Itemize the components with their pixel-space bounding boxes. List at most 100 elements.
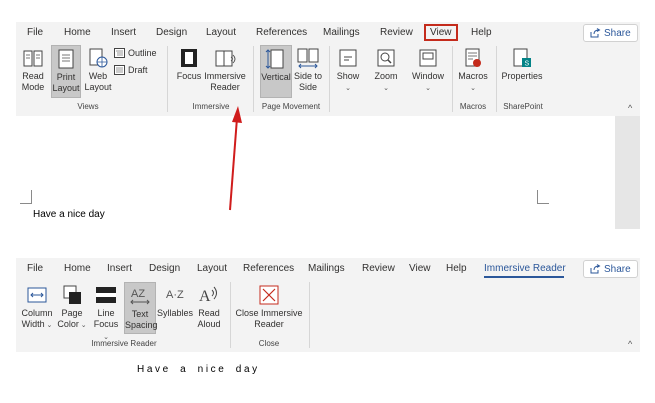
show-icon [339,49,357,67]
read-mode-button[interactable]: Read Mode [19,47,47,93]
immersive-reader-button[interactable]: Immersive Reader [204,47,246,93]
tab-insert[interactable]: Insert [111,27,136,38]
zoom-button[interactable]: Zoom ⌄ [371,47,401,94]
group-separator [230,282,231,348]
read-aloud-label: Read Aloud [197,308,221,329]
margin-corner-left [20,190,32,204]
side-to-side-label: Side to Side [293,71,323,92]
svg-text:A·Z: A·Z [166,289,184,301]
share-label: Share [604,263,631,275]
chevron-down-icon: ⌄ [470,85,476,92]
window-button[interactable]: Window ⌄ [411,47,445,94]
top-ribbon: File Home Insert Design Layout Reference… [16,22,640,116]
share-icon [590,264,601,274]
line-focus-button[interactable]: Line Focus ⌄ [90,284,122,343]
tab-review[interactable]: Review [380,27,413,38]
tab-review[interactable]: Review [362,263,395,274]
web-layout-button[interactable]: Web Layout [83,47,113,93]
show-label: Show [336,71,360,81]
macros-label: Macros [458,71,488,81]
properties-label: Properties [501,71,543,81]
group-separator [329,46,330,112]
bottom-tab-bar: File Home Insert Design Layout Reference… [16,258,640,280]
tab-mailings[interactable]: Mailings [308,263,345,274]
macros-icon [465,48,481,67]
outline-button[interactable]: Outline [114,48,157,58]
tab-mailings[interactable]: Mailings [323,27,360,38]
immersive-reader-label: Immersive Reader [204,71,246,92]
vertical-button[interactable]: Vertical [260,45,292,98]
group-label-close: Close [258,339,280,348]
vertical-label: Vertical [261,72,291,82]
tab-layout[interactable]: Layout [197,263,227,274]
tab-design[interactable]: Design [149,263,180,274]
page-icon [58,49,74,69]
tab-file[interactable]: File [27,27,43,38]
tab-immersive-reader[interactable]: Immersive Reader [484,263,566,274]
tab-design[interactable]: Design [156,27,187,38]
tab-help[interactable]: Help [471,27,492,38]
tab-references[interactable]: References [256,27,307,38]
page-color-button[interactable]: Page Color ⌄ [57,284,87,331]
collapse-ribbon-icon[interactable]: ^ [628,103,632,113]
share-button[interactable]: Share [583,260,638,278]
draft-button[interactable]: Draft [114,65,148,75]
magnifier-icon [377,49,395,67]
syllables-button[interactable]: A·Z Syllables [157,284,193,319]
window-label: Window [411,71,444,81]
read-aloud-icon: A [199,286,217,305]
close-immersive-reader-button[interactable]: Close Immersive Reader [234,284,304,330]
svg-text:S: S [525,61,530,68]
read-aloud-button[interactable]: A Read Aloud [194,284,224,330]
tab-home[interactable]: Home [64,263,91,274]
spaced-document-text: Have a nice day [137,364,260,375]
group-separator [167,46,168,112]
svg-text:A: A [199,288,211,305]
tab-file[interactable]: File [27,263,43,274]
tab-references[interactable]: References [243,263,294,274]
text-spacing-button[interactable]: AZ Text Spacing [124,282,158,334]
tab-help[interactable]: Help [446,263,467,274]
macros-button[interactable]: Macros ⌄ [456,47,490,94]
globe-page-icon [89,48,108,68]
sharepoint-properties-icon: S [513,48,531,68]
chevron-down-icon: ⌄ [425,85,431,92]
immersive-reader-icon [215,50,236,67]
tab-insert[interactable]: Insert [107,263,132,274]
page-color-icon [63,285,81,304]
share-icon [590,28,601,38]
chevron-down-icon: ⌄ [78,322,87,329]
group-label-sharepoint: SharePoint [503,102,543,111]
read-mode-label: Read Mode [21,71,45,92]
window-icon [419,49,437,67]
chevron-down-icon: ⌄ [345,85,351,92]
share-button[interactable]: Share [583,24,638,42]
tab-home[interactable]: Home [64,27,91,38]
close-immersive-reader-label: Close Immersive Reader [235,308,303,329]
zoom-label: Zoom [374,71,398,81]
text-spacing-icon: AZ [130,288,150,305]
chevron-down-icon: ⌄ [383,85,389,92]
side-to-side-icon [297,48,319,69]
tab-view[interactable]: View [424,24,458,41]
tab-view[interactable]: View [409,263,431,274]
group-separator [452,46,453,112]
red-arrow-annotation [229,106,242,211]
side-to-side-button[interactable]: Side to Side [293,47,323,93]
outline-icon [114,48,125,58]
vertical-scrollbar[interactable] [615,116,640,229]
document-canvas [16,116,640,229]
column-width-button[interactable]: Column Width ⌄ [19,284,55,331]
properties-button[interactable]: S Properties [500,47,544,82]
group-separator [309,282,310,348]
immersive-reader-ribbon: File Home Insert Design Layout Reference… [16,258,640,352]
tab-layout[interactable]: Layout [206,27,236,38]
focus-button[interactable]: Focus [176,47,202,82]
show-button[interactable]: Show ⌄ [334,47,362,94]
web-layout-label: Web Layout [84,71,112,92]
collapse-ribbon-icon[interactable]: ^ [628,339,632,349]
syllables-icon: A·Z [166,289,184,301]
document-text: Have a nice day [33,209,105,220]
group-label-macros: Macros [459,102,487,111]
print-layout-button[interactable]: Print Layout [51,45,81,98]
